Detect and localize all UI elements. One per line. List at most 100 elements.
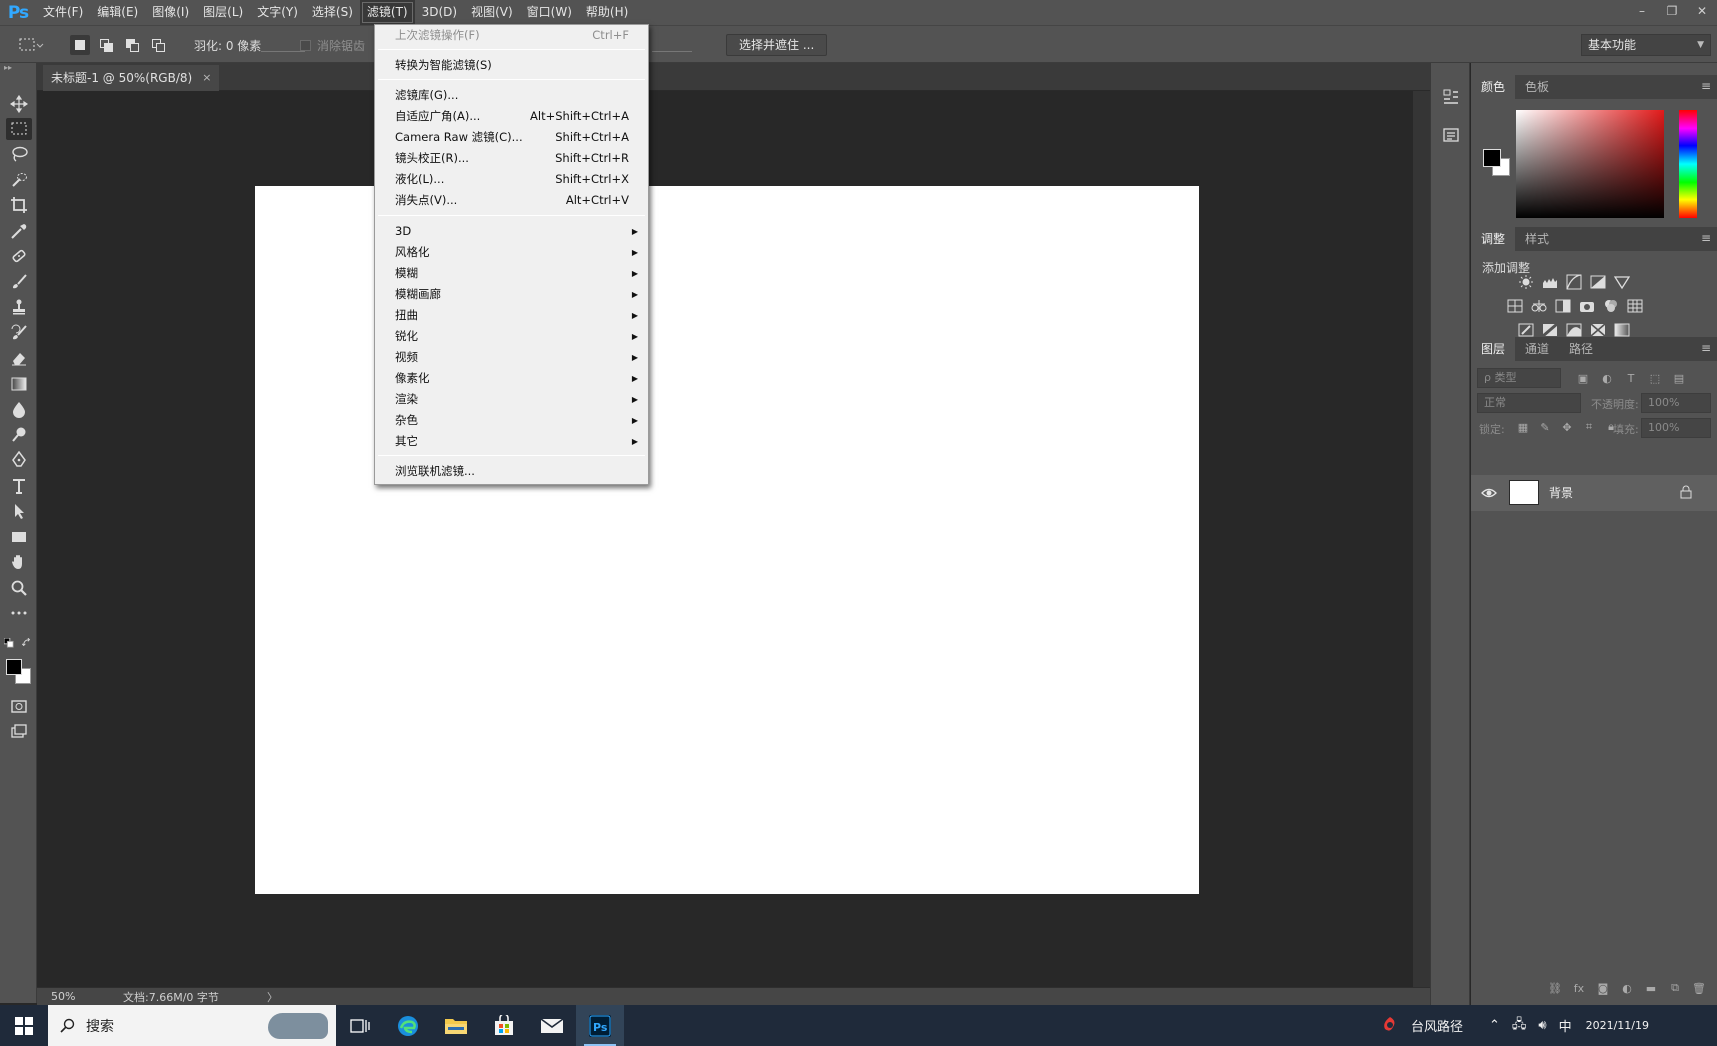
antialias-checkbox[interactable]	[300, 39, 311, 51]
menu-help[interactable]: 帮助(H)	[579, 0, 635, 25]
path-selection-tool[interactable]	[6, 500, 32, 522]
mail-app[interactable]	[528, 1005, 576, 1046]
more-tools[interactable]	[6, 602, 32, 624]
tab-swatches[interactable]: 色板	[1515, 75, 1559, 99]
foreground-color-swatch[interactable]	[6, 659, 22, 675]
status-menu-arrow[interactable]: 〉	[267, 989, 278, 1005]
menu-item-filter-gallery[interactable]: 滤镜库(G)...	[375, 85, 648, 106]
zoom-level[interactable]: 50%	[37, 990, 97, 1003]
menu-item-render[interactable]: 渲染 ▶	[375, 389, 648, 410]
restore-button[interactable]: ❐	[1657, 0, 1687, 25]
menu-item-sharpen[interactable]: 锐化 ▶	[375, 326, 648, 347]
menu-item-last-filter[interactable]: 上次滤镜操作(F) Ctrl+F	[375, 25, 648, 46]
menu-item-blur-gallery[interactable]: 模糊画廊 ▶	[375, 284, 648, 305]
fill-input[interactable]: 100%	[1641, 418, 1711, 438]
color-lookup-icon[interactable]	[1626, 297, 1644, 315]
menu-item-convert-smart-filter[interactable]: 转换为智能滤镜(S)	[375, 55, 648, 76]
style-height-input[interactable]	[652, 38, 692, 52]
channel-mixer-icon[interactable]	[1602, 297, 1620, 315]
type-filter-icon[interactable]: T	[1623, 370, 1639, 386]
network-icon[interactable]: 🖧︎	[1512, 1015, 1527, 1037]
edge-app[interactable]	[384, 1005, 432, 1046]
zoom-tool[interactable]	[6, 577, 32, 599]
toolbar-grip[interactable]: ▸▸	[0, 63, 37, 75]
exposure-icon[interactable]	[1589, 273, 1607, 291]
quick-selection-tool[interactable]	[6, 169, 32, 191]
black-white-icon[interactable]	[1554, 297, 1572, 315]
menu-image[interactable]: 图像(I)	[145, 0, 196, 25]
shape-filter-icon[interactable]: ⬚	[1647, 370, 1663, 386]
lock-image-icon[interactable]: ✎	[1537, 419, 1553, 435]
rectangle-tool[interactable]	[6, 526, 32, 548]
vertical-scrollbar[interactable]	[1413, 91, 1430, 987]
add-selection-button[interactable]	[96, 35, 116, 55]
menu-item-adaptive-wide-angle[interactable]: 自适应广角(A)... Alt+Shift+Ctrl+A	[375, 106, 648, 127]
clone-stamp-tool[interactable]	[6, 296, 32, 318]
color-balance-icon[interactable]	[1530, 297, 1548, 315]
panel-menu-icon[interactable]: ≡	[1701, 231, 1711, 245]
tab-layers[interactable]: 图层	[1471, 337, 1516, 361]
menu-item-pixelate[interactable]: 像素化 ▶	[375, 368, 648, 389]
history-panel-button[interactable]	[1439, 85, 1463, 109]
menu-item-blur[interactable]: 模糊 ▶	[375, 263, 648, 284]
menu-item-other[interactable]: 其它 ▶	[375, 431, 648, 452]
canvas-area[interactable]	[37, 91, 1430, 987]
move-tool[interactable]	[6, 93, 32, 115]
history-brush-tool[interactable]	[6, 322, 32, 344]
properties-panel-button[interactable]	[1439, 123, 1463, 147]
eye-icon[interactable]	[1481, 485, 1497, 501]
menu-item-3d[interactable]: 3D ▶	[375, 221, 648, 242]
ime-indicator[interactable]: 中	[1559, 1016, 1572, 1035]
taskbar-search[interactable]: 搜索	[48, 1005, 336, 1046]
smart-object-filter-icon[interactable]: ▤	[1671, 370, 1687, 386]
menu-item-camera-raw[interactable]: Camera Raw 滤镜(C)... Shift+Ctrl+A	[375, 127, 648, 148]
default-colors-button[interactable]	[2, 637, 16, 649]
subtract-selection-button[interactable]	[122, 35, 142, 55]
start-button[interactable]	[0, 1005, 48, 1046]
close-tab-icon[interactable]: ×	[202, 65, 211, 91]
menu-item-liquify[interactable]: 液化(L)... Shift+Ctrl+X	[375, 169, 648, 190]
add-mask-icon[interactable]: ◙	[1595, 980, 1611, 996]
feather-input[interactable]	[261, 38, 306, 52]
layer-kind-filter[interactable]: ρ 类型	[1477, 368, 1561, 388]
tool-preset-picker[interactable]	[18, 26, 44, 64]
menu-item-video[interactable]: 视频 ▶	[375, 347, 648, 368]
dodge-tool[interactable]	[6, 424, 32, 446]
pixel-filter-icon[interactable]: ▣	[1575, 370, 1591, 386]
blur-tool[interactable]	[6, 398, 32, 420]
tab-styles[interactable]: 样式	[1515, 227, 1559, 251]
eyedropper-tool[interactable]	[6, 220, 32, 242]
file-explorer-app[interactable]	[432, 1005, 480, 1046]
rectangular-marquee-tool[interactable]	[6, 118, 32, 140]
opacity-input[interactable]: 100%	[1641, 393, 1711, 413]
brightness-icon[interactable]	[1517, 273, 1535, 291]
vibrance-icon[interactable]	[1613, 273, 1631, 291]
new-adjustment-icon[interactable]: ◐	[1619, 980, 1635, 996]
color-picker-field[interactable]	[1516, 110, 1664, 218]
menu-type[interactable]: 文字(Y)	[250, 0, 305, 25]
layer-name[interactable]: 背景	[1549, 475, 1573, 511]
menu-item-browse-online-filters[interactable]: 浏览联机滤镜...	[375, 461, 648, 482]
new-group-icon[interactable]: ▬	[1643, 980, 1659, 996]
volume-icon[interactable]: 🔊︎	[1538, 1018, 1546, 1033]
menu-view[interactable]: 视图(V)	[464, 0, 520, 25]
brush-tool[interactable]	[6, 271, 32, 293]
layer-row-background[interactable]: 背景	[1471, 475, 1717, 511]
adjustment-filter-icon[interactable]: ◐	[1599, 370, 1615, 386]
menu-file[interactable]: 文件(F)	[36, 0, 90, 25]
workspace-select[interactable]: 基本功能 ▼	[1581, 34, 1711, 56]
menu-item-stylize[interactable]: 风格化 ▶	[375, 242, 648, 263]
new-layer-icon[interactable]: ⧉	[1667, 980, 1683, 996]
menu-3d[interactable]: 3D(D)	[415, 0, 464, 25]
select-and-mask-button[interactable]: 选择并遮住 ...	[726, 34, 828, 56]
menu-edit[interactable]: 编辑(E)	[90, 0, 145, 25]
weather-icon[interactable]	[1381, 1015, 1399, 1037]
tray-expand-icon[interactable]: ⌃	[1489, 1018, 1500, 1033]
hue-saturation-icon[interactable]	[1506, 297, 1524, 315]
lock-transparent-icon[interactable]: ▦	[1515, 419, 1531, 435]
lock-artboard-icon[interactable]: ⌗	[1581, 419, 1597, 435]
swap-colors-button[interactable]	[20, 637, 34, 649]
tab-color[interactable]: 颜色	[1471, 75, 1516, 99]
photo-filter-icon[interactable]	[1578, 297, 1596, 315]
crop-tool[interactable]	[6, 194, 32, 216]
